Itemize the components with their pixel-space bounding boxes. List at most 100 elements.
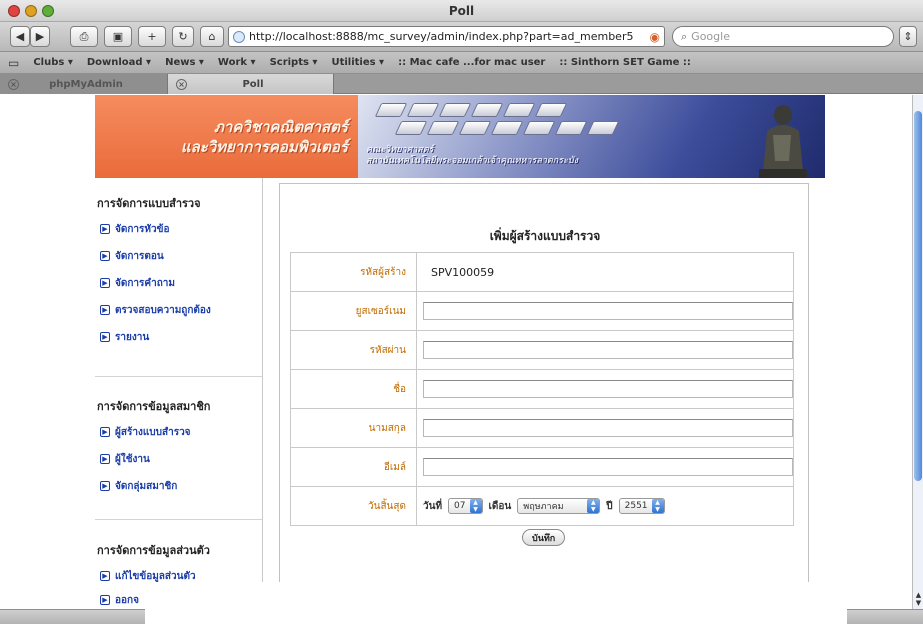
main-content: เพิ่มผู้สร้างแบบสำรวจ รหัสผู้สร้าง SPV10… (279, 183, 809, 609)
close-tab-icon[interactable]: × (8, 78, 19, 90)
arrow-box-icon: ▶ (100, 481, 110, 491)
sidebar-item-validate[interactable]: ▶ ตรวจสอบความถูกต้อง (95, 302, 263, 318)
bookmark-scripts[interactable]: Scripts ▾ (270, 57, 318, 68)
scrollbar-thumb[interactable] (914, 111, 922, 481)
banner-caption-line2: สถาบันเทคโนโลยีพระจอมเกล้าเจ้าคุณทหารลาด… (366, 156, 578, 166)
home-icon: ⌂ (208, 30, 216, 43)
sidebar-item-users[interactable]: ▶ ผู้ใช้งาน (95, 451, 263, 467)
bookmark-mac-cafe[interactable]: :: Mac cafe ...for mac user (398, 57, 545, 68)
arrow-box-icon: ▶ (100, 278, 110, 288)
sidebar-item-label: จัดการคำถาม (115, 277, 175, 289)
form-row-username: ยูสเซอร์เนม (290, 291, 794, 331)
creator-form-table: รหัสผู้สร้าง SPV100059 ยูสเซอร์เนม รหัสผ… (290, 252, 794, 526)
email-field[interactable] (423, 458, 793, 476)
add-bookmark-button[interactable]: + (138, 26, 166, 47)
arrow-box-icon: ▶ (100, 427, 110, 437)
arrow-box-icon: ▶ (100, 454, 110, 464)
browser-toolbar: ◀ ▶ ⎙ ▣ + ↻ ⌂ http://localhost:8888/mc_s… (0, 22, 923, 52)
arrow-box-icon: ▶ (100, 571, 110, 581)
sidebar-item-topics[interactable]: ▶ จัดการหัวข้อ (95, 221, 263, 237)
sidebar-item-label: รายงาน (115, 331, 150, 343)
site-banner: ภาควิชาคณิตศาสตร์ และวิทยาการคอมพิวเตอร์… (95, 95, 825, 178)
bookmark-download[interactable]: Download ▾ (87, 57, 151, 68)
snapback-button[interactable]: ▣ (104, 26, 132, 47)
username-label: ยูสเซอร์เนม (290, 291, 417, 331)
refresh-icon[interactable]: ◉ (650, 30, 660, 44)
bookmark-clubs[interactable]: Clubs ▾ (33, 57, 73, 68)
last-name-field[interactable] (423, 419, 793, 437)
window-titlebar: Poll (0, 0, 923, 22)
arrow-box-icon: ▶ (100, 332, 110, 342)
email-label: อีเมล์ (290, 447, 417, 487)
bookmark-news[interactable]: News ▾ (165, 57, 204, 68)
banner-image: คณะวิทยาศาสตร์ สถาบันเทคโนโลยีพระจอมเกล้… (358, 95, 825, 178)
banner-caption: คณะวิทยาศาสตร์ สถาบันเทคโนโลยีพระจอมเกล้… (366, 145, 578, 167)
page-container: ภาควิชาคณิตศาสตร์ และวิทยาการคอมพิวเตอร์… (95, 95, 825, 609)
reload-button[interactable]: ↻ (172, 26, 194, 47)
keyboard-key-icon (374, 103, 408, 117)
sidebar-item-questions[interactable]: ▶ จัดการคำถาม (95, 275, 263, 291)
sidebar-item-sections[interactable]: ▶ จัดการตอน (95, 248, 263, 264)
sidebar-item-label: ตรวจสอบความถูกต้อง (115, 304, 211, 316)
form-row-first-name: ชื่อ (290, 369, 794, 409)
toolbar-overflow-button[interactable]: ⇕ (899, 26, 917, 47)
printer-icon: ⎙ (79, 29, 89, 43)
tab-phpmyadmin[interactable]: × phpMyAdmin (0, 74, 167, 94)
bookmark-utilities[interactable]: Utilities ▾ (331, 57, 384, 68)
print-button[interactable]: ⎙ (70, 26, 98, 47)
select-arrows-icon: ▲ ▼ (651, 499, 664, 513)
sidebar-item-label: จัดการหัวข้อ (115, 223, 170, 235)
banner-title-line2: และวิทยาการคอมพิวเตอร์ (180, 137, 348, 156)
sidebar-group-members: การจัดการข้อมูลสมาชิก ▶ ผู้สร้างแบบสำรวจ … (95, 397, 263, 494)
banner-title-line1: ภาควิชาคณิตศาสตร์ (214, 117, 348, 136)
banner-caption-line1: คณะวิทยาศาสตร์ (366, 145, 434, 155)
statue-icon (759, 105, 807, 178)
username-field[interactable] (423, 302, 793, 320)
search-input[interactable]: ⌕ Google (672, 26, 894, 47)
tab-label: Poll (242, 78, 264, 90)
year-select[interactable]: 2551 ▲ ▼ (618, 498, 665, 514)
keyboard-key-icon (490, 121, 524, 135)
save-button[interactable]: บันทึก (522, 529, 566, 546)
sidebar-item-survey-creators[interactable]: ▶ ผู้สร้างแบบสำรวจ (95, 424, 263, 440)
page-title: เพิ่มผู้สร้างแบบสำรวจ (489, 229, 601, 243)
day-select[interactable]: 07 ▲ ▼ (448, 498, 483, 514)
banner-department: ภาควิชาคณิตศาสตร์ และวิทยาการคอมพิวเตอร์ (95, 95, 358, 178)
chevron-updown-icon: ⇕ (903, 30, 913, 43)
sidebar-item-label: ออกจ (115, 594, 139, 606)
tab-poll[interactable]: × Poll (167, 74, 334, 94)
sidebar-heading: การจัดการข้อมูลส่วนตัว (97, 544, 210, 557)
bookmark-work[interactable]: Work ▾ (218, 57, 256, 68)
first-name-field[interactable] (423, 380, 793, 398)
home-button[interactable]: ⌂ (200, 26, 224, 47)
forward-button[interactable]: ▶ (30, 26, 50, 47)
select-arrows-icon: ▲ ▼ (587, 499, 600, 513)
sidebar-group-survey: การจัดการแบบสำรวจ ▶ จัดการหัวข้อ ▶ จัดการต… (95, 194, 263, 345)
day-value: 07 (454, 501, 466, 511)
form-row-creator-id: รหัสผู้สร้าง SPV100059 (290, 252, 794, 292)
expiry-date-row: วันที่ 07 ▲ ▼ เดือน พฤษภาคม ▲ ▼ ปี 2551 … (423, 498, 793, 514)
sidebar-heading: การจัดการแบบสำรวจ (97, 197, 201, 210)
arrow-box-icon: ▶ (100, 305, 110, 315)
month-select[interactable]: พฤษภาคม ▲ ▼ (517, 498, 601, 514)
month-value: พฤษภาคม (523, 502, 564, 512)
keyboard-key-icon (438, 103, 472, 117)
password-field[interactable] (423, 341, 793, 359)
keyboard-key-icon (458, 121, 492, 135)
vertical-scrollbar[interactable]: ▲ ▼ (912, 95, 923, 609)
scroll-arrows-icon[interactable]: ▲ ▼ (913, 591, 923, 607)
back-button[interactable]: ◀ (10, 26, 30, 47)
year-value: 2551 (624, 501, 648, 511)
sidebar-item-member-groups[interactable]: ▶ จัดกลุ่มสมาชิก (95, 478, 263, 494)
keyboard-key-icon (406, 103, 440, 117)
keyboard-key-icon (470, 103, 504, 117)
bookmarks-book-icon[interactable]: ▭ (8, 56, 19, 70)
address-bar[interactable]: http://localhost:8888/mc_survey/admin/in… (228, 26, 665, 47)
bookmark-set-game[interactable]: :: Sinthorn SET Game :: (559, 57, 691, 68)
web-viewport: ภาควิชาคณิตศาสตร์ และวิทยาการคอมพิวเตอร์… (0, 95, 912, 609)
close-tab-icon[interactable]: × (176, 78, 187, 90)
sidebar-item-report[interactable]: ▶ รายงาน (95, 329, 263, 345)
window-title: Poll (448, 4, 475, 18)
arrow-box-icon: ▶ (100, 251, 110, 261)
keyboard-key-icon (534, 103, 568, 117)
